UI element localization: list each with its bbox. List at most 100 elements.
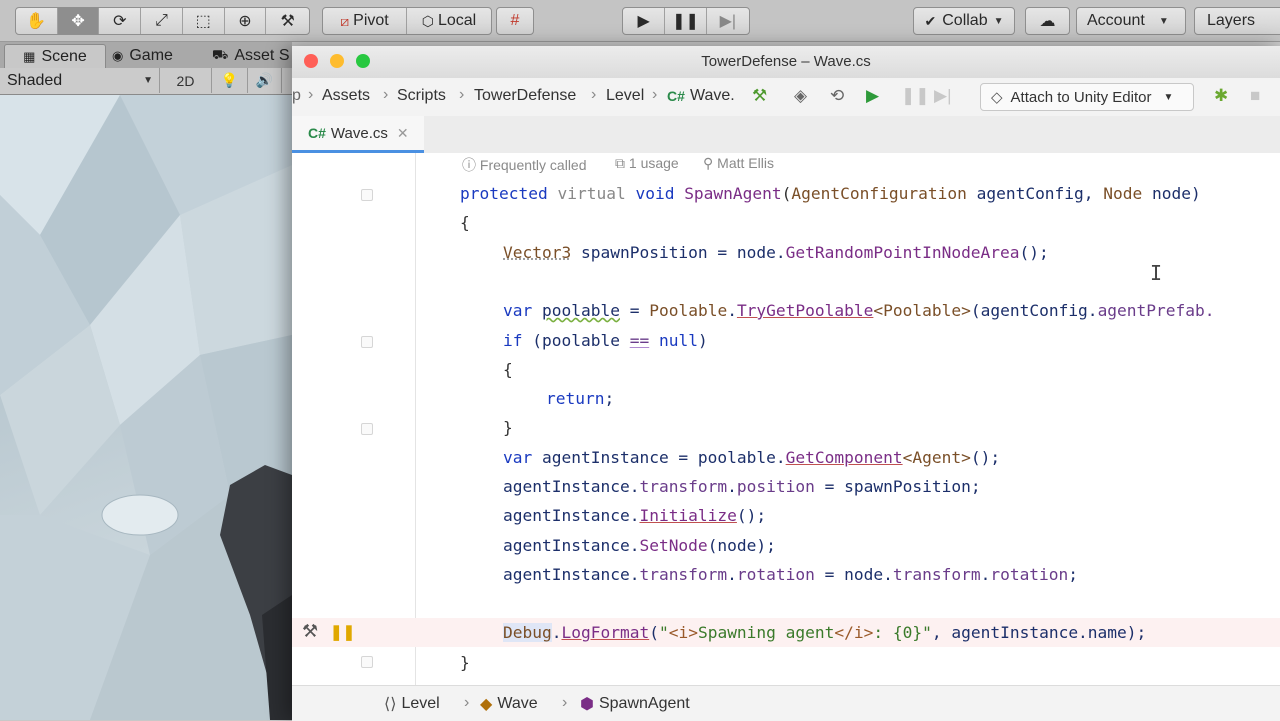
window-title: TowerDefense – Wave.cs — [701, 53, 871, 70]
unity-toolbar: ✋ ✥ ⟳ ⤢ ⬚ ⊕ ⚒ ⧄ Pivot ⬡ Local # ▶ ❚❚ ▶| … — [0, 0, 1280, 42]
chevron-down-icon: ▼ — [143, 75, 153, 86]
unity-icon[interactable]: ◈ — [794, 86, 807, 106]
breadcrumb-assets[interactable]: Assets — [322, 87, 370, 105]
code-line: agentInstance.transform.position = spawn… — [503, 477, 981, 496]
scene-controls: Shaded ▼ 2D 💡 🔊 — [0, 68, 292, 95]
nav-class[interactable]: ◆ Wave — [480, 694, 538, 714]
pivot-local-group: ⧄ Pivot ⬡ Local — [322, 7, 492, 35]
shading-mode-dropdown[interactable]: Shaded ▼ — [0, 68, 160, 93]
build-hammer-icon[interactable]: ⚒ — [752, 86, 767, 106]
close-icon[interactable]: ✕ — [397, 125, 409, 142]
breadcrumb-project[interactable]: p — [292, 87, 301, 105]
cube-icon: ⬡ — [421, 12, 434, 29]
collab-dropdown[interactable]: ✔ Collab ▼ — [913, 7, 1015, 35]
play-controls: ▶ ❚❚ ▶| — [622, 7, 750, 35]
scene-tab-bar: ▦ Scene ◉ Game ⛟ Asset S — [0, 42, 292, 69]
pivot-icon: ⧄ — [340, 12, 350, 29]
chevron-right-icon: › — [652, 86, 658, 103]
code-line: Vector3 spawnPosition = node.GetRandomPo… — [503, 243, 1049, 262]
method-icon: ⬢ — [580, 696, 594, 713]
stop-icon[interactable]: ■ — [1250, 86, 1260, 106]
pivot-button[interactable]: ⧄ Pivot — [323, 8, 407, 34]
codelens-usages[interactable]: ⧉ 1 usage — [615, 155, 679, 172]
code-line: agentInstance.Initialize(); — [503, 506, 767, 525]
ide-navigation-toolbar: p › Assets › Scripts › TowerDefense › Le… — [292, 78, 1280, 117]
chevron-right-icon: › — [591, 86, 597, 103]
unity-logo-icon: ◇ — [991, 89, 1003, 106]
code-line: protected virtual void SpawnAgent(AgentC… — [460, 184, 1201, 203]
step-icon[interactable]: ▶| — [707, 8, 749, 34]
breadcrumb-wave[interactable]: Wave. — [690, 87, 735, 105]
chevron-right-icon: › — [459, 86, 465, 103]
user-icon: ⚲ — [703, 155, 714, 171]
play-icon[interactable]: ▶ — [623, 8, 666, 34]
audio-icon[interactable]: 🔊 — [248, 68, 282, 93]
scale-tool-icon[interactable]: ⤢ — [141, 8, 183, 34]
tab-wave-cs[interactable]: C# Wave.cs ✕ — [292, 116, 424, 153]
chevron-right-icon: › — [464, 694, 470, 711]
code-line: } — [503, 418, 513, 437]
ide-window: TowerDefense – Wave.cs p › Assets › Scri… — [292, 46, 1280, 721]
scene-viewport[interactable] — [0, 95, 292, 720]
usage-icon: ⧉ — [615, 155, 625, 171]
custom-tool-icon[interactable]: ⚒ — [266, 8, 309, 34]
breadcrumb-towerdefense[interactable]: TowerDefense — [474, 87, 576, 105]
layers-dropdown[interactable]: Layers — [1194, 7, 1280, 35]
navigation-statusbar: ⟨⟩ Level › ◆ Wave › ⬢ SpawnAgent — [292, 685, 1280, 721]
nav-method[interactable]: ⬢ SpawnAgent — [580, 694, 690, 714]
code-line: agentInstance.transform.rotation = node.… — [503, 565, 1079, 584]
rotate-tool-icon[interactable]: ⟳ — [99, 8, 142, 34]
frequency-icon: ⓘ — [462, 157, 476, 173]
check-icon: ✔ — [924, 12, 937, 29]
pause-icon[interactable]: ❚❚ — [665, 8, 707, 34]
code-editor[interactable]: ⓘ Frequently called ⧉ 1 usage ⚲ Matt Ell… — [292, 153, 1280, 685]
local-button[interactable]: ⬡ Local — [407, 8, 491, 34]
run-configuration-dropdown[interactable]: ◇ Attach to Unity Editor ▼ — [980, 83, 1194, 111]
lighting-icon[interactable]: 💡 — [212, 68, 248, 93]
grid-icon: ▦ — [23, 49, 36, 64]
breadcrumb-scripts[interactable]: Scripts — [397, 87, 446, 105]
chevron-down-icon: ▼ — [1163, 91, 1174, 103]
tab-game[interactable]: ◉ Game — [112, 44, 173, 68]
code-line: { — [460, 213, 470, 232]
step-icon[interactable]: ▶| — [934, 86, 952, 106]
code-line: { — [503, 360, 513, 379]
transform-tools: ✋ ✥ ⟳ ⤢ ⬚ ⊕ ⚒ — [15, 7, 310, 35]
codelens-author[interactable]: ⚲ Matt Ellis — [703, 155, 774, 172]
account-dropdown[interactable]: Account ▼ — [1076, 7, 1186, 35]
nav-namespace[interactable]: ⟨⟩ Level — [384, 694, 440, 714]
rect-tool-icon[interactable]: ⬚ — [183, 8, 225, 34]
debug-bug-icon[interactable]: ✱ — [1214, 86, 1228, 106]
codelens-frequency[interactable]: ⓘ Frequently called — [462, 155, 587, 175]
code-line: } — [460, 653, 470, 672]
csharp-file-icon: C# — [667, 88, 685, 104]
transform-tool-icon[interactable]: ⊕ — [225, 8, 267, 34]
mode-2d-button[interactable]: 2D — [160, 68, 212, 93]
breadcrumb-level[interactable]: Level — [606, 87, 644, 105]
chevron-right-icon: › — [383, 86, 389, 103]
tab-asset-store[interactable]: ⛟ Asset S — [212, 44, 290, 68]
move-tool-icon[interactable]: ✥ — [57, 8, 100, 34]
chevron-down-icon: ▼ — [1158, 15, 1169, 27]
namespace-icon: ⟨⟩ — [384, 696, 397, 713]
code-line: agentInstance.SetNode(node); — [503, 536, 776, 555]
code-line: if (poolable == null) — [503, 331, 708, 350]
hand-tool-icon[interactable]: ✋ — [16, 8, 58, 34]
pause-icon[interactable]: ❚❚ — [901, 86, 930, 106]
grid-snap-icon[interactable]: # — [496, 7, 534, 35]
run-icon[interactable]: ▶ — [866, 86, 879, 106]
gamepad-icon: ◉ — [112, 48, 124, 63]
chevron-right-icon: › — [308, 86, 314, 103]
chevron-down-icon: ▼ — [993, 15, 1004, 27]
code-line: Debug.LogFormat("<i>Spawning agent</i>: … — [503, 623, 1147, 642]
cloud-icon[interactable]: ☁ — [1025, 7, 1070, 35]
class-icon: ◆ — [480, 696, 493, 713]
refresh-icon[interactable]: ⟲ — [830, 86, 844, 106]
tab-scene[interactable]: ▦ Scene — [4, 44, 106, 69]
editor-tab-bar: C# Wave.cs ✕ — [292, 116, 1280, 154]
code-line: return; — [546, 389, 615, 408]
text-cursor-icon: I — [1150, 261, 1163, 285]
chevron-right-icon: › — [562, 694, 568, 711]
store-icon: ⛟ — [212, 47, 229, 62]
csharp-file-icon: C# — [308, 125, 326, 141]
